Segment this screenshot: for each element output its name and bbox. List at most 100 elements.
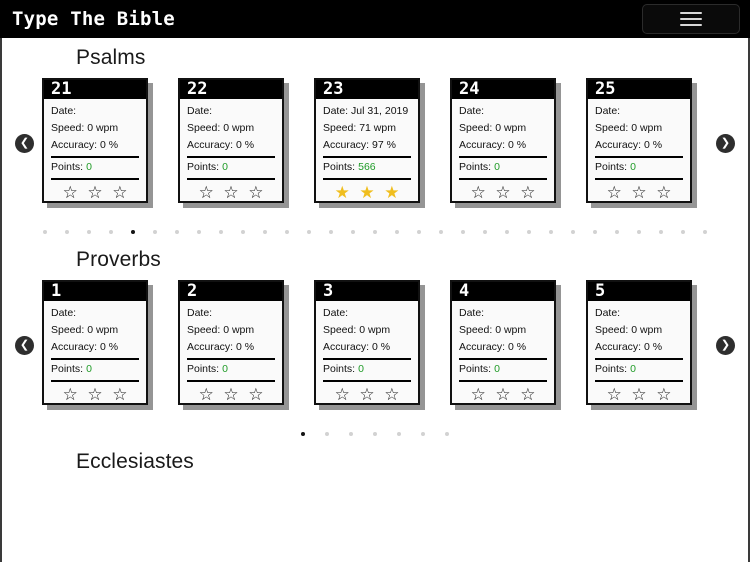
divider (323, 156, 411, 158)
chapter-card[interactable]: 25 Date: Speed: 0 wpm Accuracy: 0 % Points: 0… (586, 78, 692, 203)
divider (595, 178, 683, 180)
pagination-dot[interactable] (571, 230, 575, 234)
pagination-dot[interactable] (307, 230, 311, 234)
pagination-dot[interactable] (395, 230, 399, 234)
pagination-dot[interactable] (43, 230, 47, 234)
pagination-dot[interactable] (637, 230, 641, 234)
pagination-dot[interactable] (373, 230, 377, 234)
pagination-dot[interactable] (241, 230, 245, 234)
carousel-prev-arrow-icon[interactable]: ❮ (15, 134, 34, 153)
pagination-dot[interactable] (659, 230, 663, 234)
pagination-dot[interactable] (263, 230, 267, 234)
chapter-card[interactable]: 2 Date: Speed: 0 wpm Accuracy: 0 % Points: 0 ☆… (178, 280, 284, 405)
pagination-dot[interactable] (505, 230, 509, 234)
stat-date: Date: (459, 307, 485, 319)
pagination-dot[interactable] (483, 230, 487, 234)
star-empty-icon: ☆ (495, 183, 511, 202)
pagination-dot[interactable] (325, 432, 329, 436)
carousel-pagination-dots (2, 420, 748, 442)
chapter-card[interactable]: 24 Date: Speed: 0 wpm Accuracy: 0 % Points: 0… (450, 78, 556, 203)
star-empty-icon: ☆ (223, 385, 239, 404)
chapter-card[interactable]: 1 Date: Speed: 0 wpm Accuracy: 0 % Points: 0 ☆… (42, 280, 148, 405)
sections-container: Psalms ❮ ❯ 21 Date: Speed: 0 wpm Accuracy: 0 %… (2, 38, 748, 480)
chapter-card-body: Date: Speed: 0 wpm Accuracy: 0 % Points: 0 ☆ ☆… (452, 301, 554, 403)
chapter-card[interactable]: 23 Date: Jul 31, 2019 Speed: 71 wpm Accurac… (314, 78, 420, 203)
pagination-dot[interactable] (417, 230, 421, 234)
pagination-dot[interactable] (329, 230, 333, 234)
pagination-dot[interactable] (439, 230, 443, 234)
pagination-dot[interactable] (445, 432, 449, 436)
stat-date: Date: (595, 105, 621, 117)
pagination-dot[interactable] (175, 230, 179, 234)
pagination-dot[interactable] (351, 230, 355, 234)
pagination-dot[interactable] (549, 230, 553, 234)
chapter-card[interactable]: 5 Date: Speed: 0 wpm Accuracy: 0 % Points: 0 ☆… (586, 280, 692, 405)
star-filled-icon: ★ (359, 183, 375, 202)
star-empty-icon: ☆ (656, 385, 672, 404)
stat-date: Date: (51, 307, 77, 319)
divider (323, 380, 411, 382)
carousel-next-arrow-icon[interactable]: ❯ (716, 134, 735, 153)
points-label: Points: (51, 363, 84, 375)
points-value: 0 (494, 161, 500, 173)
star-rating: ★ ★ ★ (323, 181, 411, 201)
star-empty-icon: ☆ (359, 385, 375, 404)
chapter-number: 21 (44, 80, 146, 99)
carousel-prev-arrow-icon[interactable]: ❮ (15, 336, 34, 355)
pagination-dot[interactable] (373, 432, 377, 436)
star-empty-icon: ☆ (470, 183, 486, 202)
pagination-dot[interactable] (527, 230, 531, 234)
stat-speed: Speed: 71 wpm (323, 122, 396, 134)
stat-points: Points: 0 (595, 159, 683, 176)
star-empty-icon: ☆ (495, 385, 511, 404)
star-rating: ☆ ☆ ☆ (595, 181, 683, 201)
book-section-psalms: Psalms ❮ ❯ 21 Date: Speed: 0 wpm Accuracy: 0 %… (2, 38, 748, 240)
star-rating: ☆ ☆ ☆ (459, 383, 547, 403)
pagination-dot[interactable] (197, 230, 201, 234)
pagination-dot[interactable] (131, 230, 135, 234)
hamburger-menu-button[interactable] (642, 4, 740, 34)
pagination-dot[interactable] (301, 432, 305, 436)
pagination-dot[interactable] (593, 230, 597, 234)
chapter-card[interactable]: 22 Date: Speed: 0 wpm Accuracy: 0 % Points: 0… (178, 78, 284, 203)
star-empty-icon: ☆ (606, 385, 622, 404)
pagination-dot[interactable] (421, 432, 425, 436)
star-empty-icon: ☆ (631, 183, 647, 202)
pagination-dot[interactable] (461, 230, 465, 234)
points-label: Points: (187, 161, 220, 173)
stat-date: Date: (187, 105, 213, 117)
star-rating: ☆ ☆ ☆ (187, 181, 275, 201)
divider (323, 358, 411, 360)
chapter-card[interactable]: 3 Date: Speed: 0 wpm Accuracy: 0 % Points: 0 ☆… (314, 280, 420, 405)
divider (595, 358, 683, 360)
pagination-dot[interactable] (109, 230, 113, 234)
book-section-ecclesiastes: Ecclesiastes (2, 442, 748, 480)
chapter-card[interactable]: 4 Date: Speed: 0 wpm Accuracy: 0 % Points: 0 ☆… (450, 280, 556, 405)
points-value: 0 (494, 363, 500, 375)
pagination-dot[interactable] (219, 230, 223, 234)
stat-accuracy: Accuracy: 0 % (187, 341, 255, 353)
pagination-dot[interactable] (87, 230, 91, 234)
pagination-dot[interactable] (681, 230, 685, 234)
star-rating: ☆ ☆ ☆ (595, 383, 683, 403)
carousel-next-arrow-icon[interactable]: ❯ (716, 336, 735, 355)
pagination-dot[interactable] (703, 230, 707, 234)
carousel-track: 1 Date: Speed: 0 wpm Accuracy: 0 % Points: 0 ☆… (42, 280, 728, 420)
pagination-dot[interactable] (397, 432, 401, 436)
pagination-dot[interactable] (153, 230, 157, 234)
chapter-number: 3 (316, 282, 418, 301)
chapter-number: 25 (588, 80, 690, 99)
pagination-dot[interactable] (285, 230, 289, 234)
stat-points: Points: 0 (459, 159, 547, 176)
divider (187, 380, 275, 382)
pagination-dot[interactable] (65, 230, 69, 234)
stat-date: Date: (323, 307, 349, 319)
chapter-card[interactable]: 21 Date: Speed: 0 wpm Accuracy: 0 % Points: 0… (42, 78, 148, 203)
stat-date: Date: Jul 31, 2019 (323, 105, 409, 117)
star-rating: ☆ ☆ ☆ (459, 181, 547, 201)
pagination-dot[interactable] (349, 432, 353, 436)
points-label: Points: (51, 161, 84, 173)
chapter-number: 22 (180, 80, 282, 99)
star-empty-icon: ☆ (520, 183, 536, 202)
pagination-dot[interactable] (615, 230, 619, 234)
